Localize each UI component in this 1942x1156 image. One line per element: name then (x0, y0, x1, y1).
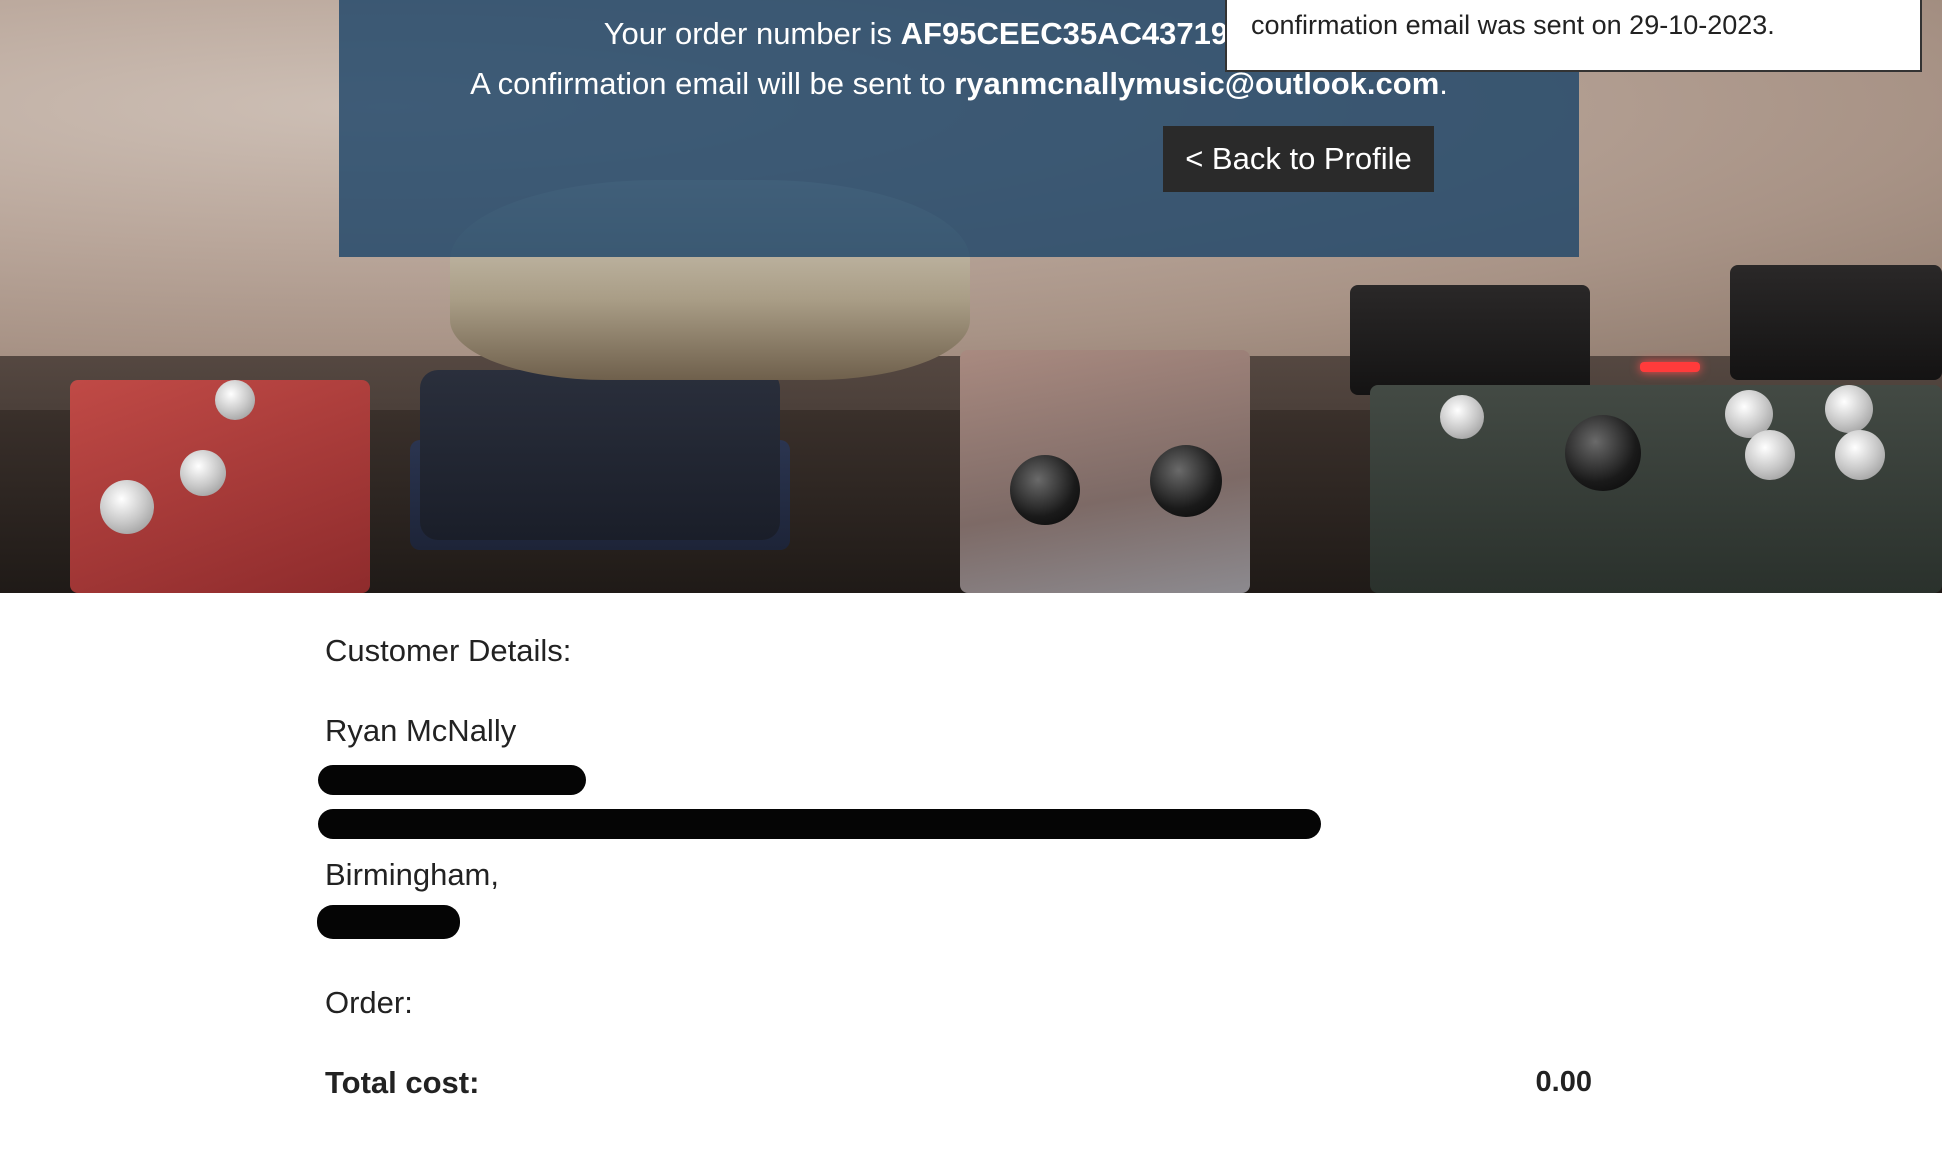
pedal-led (1640, 362, 1700, 372)
email-prefix: A confirmation email will be sent to (470, 66, 955, 101)
total-cost-value: 0.00 (1535, 1066, 1592, 1098)
pedal-knob (1440, 395, 1484, 439)
notification-message: confirmation email was sent on 29-10-202… (1251, 10, 1775, 40)
pedal-knob (1745, 430, 1795, 480)
total-cost-label: Total cost: (325, 1065, 480, 1100)
redacted-address-line (318, 765, 586, 795)
pedal-knob (1835, 430, 1885, 480)
pedal-knob (215, 380, 255, 420)
pedal-knob (1565, 415, 1641, 491)
pedal-knob (1825, 385, 1873, 433)
order-number-prefix: Your order number is (603, 16, 901, 51)
redacted-postcode (317, 905, 460, 939)
pedal-knob (180, 450, 226, 496)
pedal-knob (1010, 455, 1080, 525)
redacted-address-line (318, 809, 1321, 839)
black-pedal (1730, 265, 1942, 380)
customer-name: Ryan McNally (325, 713, 517, 748)
back-to-profile-button[interactable]: < Back to Profile (1163, 126, 1434, 192)
order-heading: Order: (325, 985, 413, 1020)
black-pedal (1350, 285, 1590, 395)
customer-details-heading: Customer Details: (325, 633, 572, 668)
pedal-knob (1150, 445, 1222, 517)
email-sent-notification: confirmation email was sent on 29-10-202… (1225, 0, 1922, 72)
customer-city: Birmingham, (325, 857, 499, 892)
pedal-knob (100, 480, 154, 534)
wah-pedal (420, 370, 780, 540)
